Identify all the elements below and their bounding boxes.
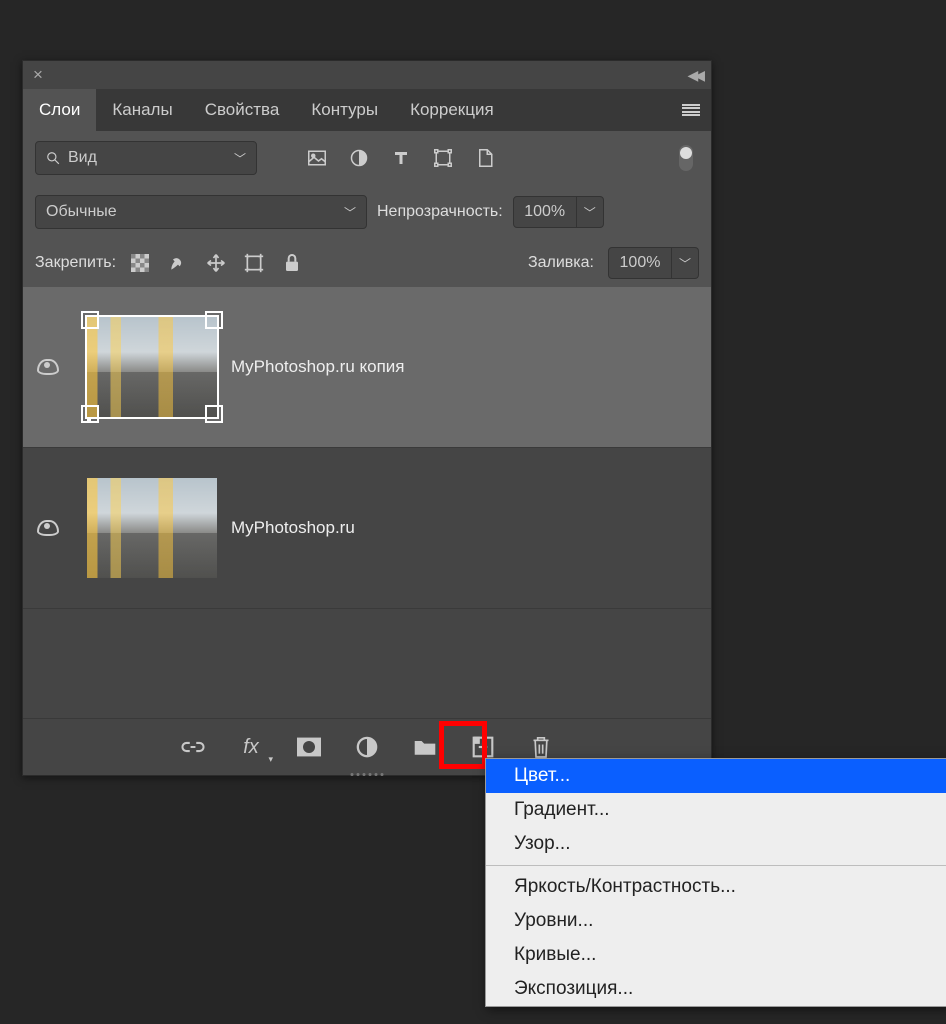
visibility-toggle[interactable] [23, 520, 73, 536]
collapse-icon[interactable]: ◀◀ [687, 67, 701, 84]
tab-adjustments[interactable]: Коррекция [394, 89, 510, 131]
menu-item-gradient[interactable]: Градиент... [486, 793, 946, 827]
lock-artboard-icon[interactable] [244, 253, 264, 273]
resize-grip[interactable] [351, 773, 384, 776]
eye-icon [37, 520, 59, 536]
kind-filter-dropdown[interactable]: Вид ﹀ [35, 141, 257, 175]
layers-list: MyPhotoshop.ru копия MyPhotoshop.ru [23, 287, 711, 609]
filter-toggle[interactable] [679, 145, 693, 171]
adjustment-layer-icon[interactable] [353, 733, 381, 761]
menu-item-exposure[interactable]: Экспозиция... [486, 972, 946, 1006]
filter-smartobject-icon[interactable] [475, 148, 495, 168]
opacity-value[interactable]: 100% [513, 196, 577, 228]
eye-icon [37, 359, 59, 375]
opacity-dropdown[interactable]: ﹀ [577, 196, 604, 228]
panel-body: Вид ﹀ Обычные ﹀ Непрозрачность: 100% ﹀ [23, 131, 711, 609]
link-layers-icon[interactable] [179, 733, 207, 761]
lock-image-icon[interactable] [168, 253, 188, 273]
menu-item-curves[interactable]: Кривые... [486, 938, 946, 972]
filter-type-icon[interactable] [391, 148, 411, 168]
layer-row[interactable]: MyPhotoshop.ru [23, 448, 711, 609]
fill-label: Заливка: [528, 254, 594, 272]
fill-dropdown[interactable]: ﹀ [672, 247, 699, 279]
chevron-down-icon: ﹀ [234, 150, 246, 167]
panel-titlebar: × ◀◀ [23, 61, 711, 89]
menu-item-levels[interactable]: Уровни... [486, 904, 946, 938]
menu-item-pattern[interactable]: Узор... [486, 827, 946, 861]
fill-value[interactable]: 100% [608, 247, 672, 279]
panel-tabs: Слои Каналы Свойства Контуры Коррекция [23, 89, 711, 131]
new-group-icon[interactable] [411, 733, 439, 761]
tab-layers[interactable]: Слои [23, 89, 96, 131]
chevron-down-icon: ﹀ [344, 204, 356, 221]
blend-mode-dropdown[interactable]: Обычные ﹀ [35, 195, 367, 229]
lock-position-icon[interactable] [206, 253, 226, 273]
tab-channels[interactable]: Каналы [96, 89, 188, 131]
chevron-down-icon: ﹀ [584, 204, 596, 221]
add-mask-icon[interactable] [295, 733, 323, 761]
blend-mode-value: Обычные [46, 203, 117, 221]
highlight-box [439, 721, 487, 769]
menu-item-brightness[interactable]: Яркость/Контрастность... [486, 870, 946, 904]
lock-label: Закрепить: [35, 254, 116, 272]
menu-separator [486, 865, 946, 866]
fx-icon[interactable]: fx▾ [237, 733, 265, 761]
layer-name[interactable]: MyPhotoshop.ru [231, 518, 355, 538]
search-icon [46, 151, 60, 165]
filter-adjustment-icon[interactable] [349, 148, 369, 168]
layer-name[interactable]: MyPhotoshop.ru копия [231, 357, 405, 377]
delete-layer-icon[interactable] [527, 733, 555, 761]
lock-transparency-icon[interactable] [130, 253, 150, 273]
layer-thumbnail[interactable] [87, 478, 217, 578]
hamburger-icon [682, 104, 700, 116]
chevron-down-icon: ﹀ [679, 255, 691, 272]
opacity-label: Непрозрачность: [377, 203, 503, 221]
filter-shape-icon[interactable] [433, 148, 453, 168]
close-icon[interactable]: × [33, 65, 43, 85]
layer-thumbnail[interactable] [87, 317, 217, 417]
filter-pixel-icon[interactable] [307, 148, 327, 168]
adjustment-context-menu: Цвет... Градиент... Узор... Яркость/Конт… [485, 758, 946, 1007]
layers-panel: × ◀◀ Слои Каналы Свойства Контуры Коррек… [22, 60, 712, 776]
panel-menu-button[interactable] [671, 89, 711, 131]
visibility-toggle[interactable] [23, 359, 73, 375]
filter-icons [307, 148, 495, 168]
tab-paths[interactable]: Контуры [295, 89, 394, 131]
menu-item-color[interactable]: Цвет... [486, 759, 946, 793]
lock-all-icon[interactable] [282, 253, 302, 273]
kind-filter-label: Вид [68, 149, 97, 167]
tab-properties[interactable]: Свойства [189, 89, 296, 131]
layer-row[interactable]: MyPhotoshop.ru копия [23, 287, 711, 448]
